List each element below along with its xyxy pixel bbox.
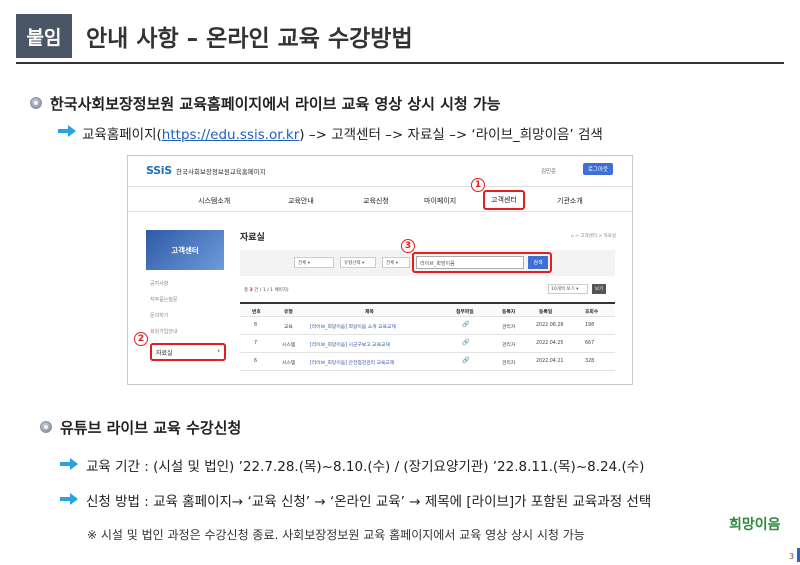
row-title-link[interactable]: [라이브_희망이음] 시군구보고 교육교재	[310, 341, 390, 348]
step-marker-3: 3	[401, 239, 415, 253]
edu-homepage-link[interactable]: https://edu.ssis.or.kr	[162, 127, 300, 143]
arrow-right-icon	[58, 125, 76, 137]
step-marker-1: 1	[471, 178, 485, 192]
type-select[interactable]: 유형선택 ▾	[340, 257, 376, 268]
site-topbar: SSiS 한국사회보장정보원교육홈페이지 김민준 로그아웃	[128, 156, 632, 186]
col-views: 조회수	[585, 310, 599, 315]
nav-org-intro[interactable]: 기관소개	[557, 196, 583, 206]
row-title-link[interactable]: [라이브_희망이음] 희망이음 소개 교육교재	[310, 323, 396, 330]
col-author: 등록자	[502, 310, 516, 315]
col-attachment: 첨부파일	[456, 310, 474, 315]
sidebar-item-inquiry[interactable]: 문의하기	[150, 312, 168, 319]
table-header-row: 번호 유형 제목 첨부파일 등록자 등록일 조회수	[240, 302, 615, 317]
access-path: 교육홈페이지(https://edu.ssis.or.kr) –> 고객센터 –…	[82, 123, 603, 143]
category-select[interactable]: 전체 ▾	[294, 257, 334, 268]
table-row[interactable]: 7 시스템 [라이브_희망이음] 시군구보고 교육교재 🔗 관리자 2022.0…	[240, 335, 615, 353]
nav-edu-info[interactable]: 교육안내	[288, 196, 314, 206]
sidebar-item-notice[interactable]: 공지사항	[150, 280, 168, 287]
site-name: 한국사회보장정보원교육홈페이지	[176, 168, 266, 176]
sidebar-item-signup-guide[interactable]: 회원가입안내	[150, 328, 178, 335]
arrow-right-icon	[60, 458, 78, 470]
ssis-logo: SSiS	[146, 164, 172, 177]
chevron-right-icon: ›	[217, 347, 220, 355]
section2-heading: 유튜브 라이브 교육 수강신청	[60, 419, 242, 437]
table-row[interactable]: 8 교육 [라이브_희망이음] 희망이음 소개 교육교재 🔗 관리자 2022.…	[240, 317, 615, 335]
slide-header: 붙임 안내 사항 – 온라인 교육 수강방법	[0, 0, 800, 62]
website-screenshot: SSiS 한국사회보장정보원교육홈페이지 김민준 로그아웃 시스템소개 교육안내…	[127, 155, 633, 385]
slide-title: 안내 사항 – 온라인 교육 수강방법	[86, 26, 413, 52]
col-date: 등록일	[539, 310, 553, 315]
header-tag: 붙임	[16, 14, 72, 58]
logout-button[interactable]: 로그아웃	[583, 163, 613, 175]
archive-title: 자료실	[240, 233, 265, 243]
archive-panel: 자료실 ⌂ > 고객센터 > 자료실 전체 ▾ 유형선택 ▾ 전체 ▾ 라이브_…	[240, 230, 620, 380]
heemangieum-logo: 희망이음	[729, 517, 781, 533]
sidebar: 고객센터 공지사항 자주묻는질문 문의하기 회원가입안내 자료실 ›	[146, 230, 226, 370]
result-count: 총 3 건 ( 1 / 1 페이지)	[244, 288, 289, 293]
section1-heading: 한국사회보장정보원 교육홈페이지에서 라이브 교육 영상 상시 시청 가능	[50, 95, 501, 113]
paperclip-icon[interactable]: 🔗	[462, 357, 469, 364]
nav-system-intro[interactable]: 시스템소개	[198, 196, 230, 206]
sidebar-item-archive[interactable]: 자료실 ›	[150, 343, 226, 361]
row-title-link[interactable]: [라이브_희망이음] 안전점검관리 교육교재	[310, 359, 394, 366]
paperclip-icon[interactable]: 🔗	[462, 321, 469, 328]
bullet-icon	[30, 97, 42, 109]
application-method: 신청 방법 : 교육 홈페이지→ ‘교육 신청’ → ‘온라인 교육’ → 제목…	[86, 494, 652, 510]
search-input[interactable]: 라이브_희망이음	[416, 256, 524, 269]
sidebar-item-faq[interactable]: 자주묻는질문	[150, 296, 178, 303]
bullet-icon	[40, 421, 52, 433]
nav-edu-apply[interactable]: 교육신청	[363, 196, 389, 206]
arrow-right-icon	[60, 493, 78, 505]
search-filter-bar: 전체 ▾ 유형선택 ▾ 전체 ▾ 라이브_희망이음 검색	[240, 250, 615, 276]
page-number: 3	[789, 552, 795, 561]
view-button[interactable]: 보기	[592, 284, 606, 294]
search-button[interactable]: 검색	[528, 256, 548, 269]
archive-table: 번호 유형 제목 첨부파일 등록자 등록일 조회수 8 교육 [라이브_희망이음…	[240, 302, 615, 371]
sidebar-item-label: 자료실	[156, 350, 173, 357]
col-no: 번호	[252, 310, 261, 315]
sidebar-title: 고객센터	[146, 230, 224, 270]
col-type: 유형	[284, 310, 293, 315]
breadcrumb: ⌂ > 고객센터 > 자료실	[570, 234, 616, 239]
paperclip-icon[interactable]: 🔗	[462, 339, 469, 346]
table-row[interactable]: 6 시스템 [라이브_희망이음] 안전점검관리 교육교재 🔗 관리자 2022.…	[240, 353, 615, 371]
step-marker-2: 2	[134, 332, 148, 346]
path-prefix: 교육홈페이지(	[82, 127, 162, 143]
site-nav: 시스템소개 교육안내 교육신청 마이페이지 고객센터 기관소개	[128, 186, 632, 212]
nav-mypage[interactable]: 마이페이지	[424, 196, 456, 206]
path-suffix: ) –> 고객센터 –> 자료실 –> ‘라이브_희망이음’ 검색	[299, 127, 603, 143]
education-period: 교육 기간 : (시설 및 법인) ’22.7.28.(목)~8.10.(수) …	[86, 459, 645, 475]
footnote: ※ 시설 및 법인 과정은 수강신청 종료. 사회보장정보원 교육 홈페이지에서…	[87, 528, 585, 542]
user-name: 김민준	[541, 169, 557, 175]
field-select[interactable]: 전체 ▾	[382, 257, 410, 268]
per-page-select[interactable]: 10개씩 보기 ▾	[548, 284, 588, 294]
col-title: 제목	[365, 310, 374, 315]
header-divider	[16, 62, 784, 64]
nav-customer-center[interactable]: 고객센터	[483, 190, 525, 210]
